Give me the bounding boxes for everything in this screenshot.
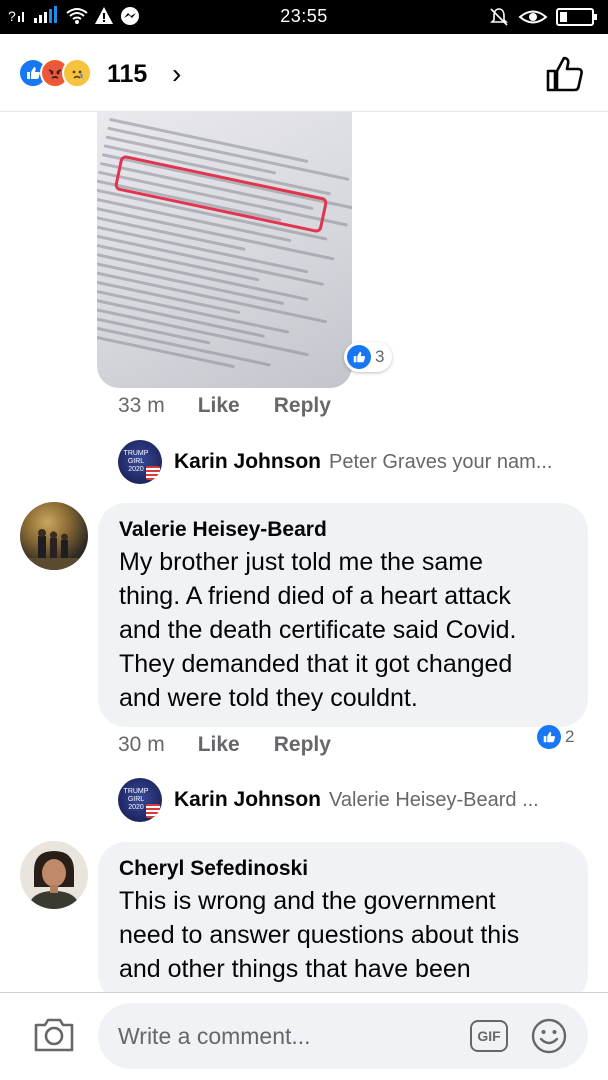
reactions-header: 115 › [0, 34, 608, 112]
image-comment-actions: 33 m Like Reply [118, 394, 331, 418]
flag-icon [146, 804, 160, 818]
reply-snippet: Valerie Heisey-Beard ... [329, 788, 539, 811]
reaction-summary[interactable] [18, 58, 92, 88]
avatar[interactable]: TRUMP GIRL 2020 [118, 440, 162, 484]
comment-input[interactable] [118, 1017, 438, 1055]
comment-line: need to answer questions about this [119, 921, 520, 949]
reply-author-name[interactable]: Karin Johnson [174, 450, 321, 474]
reply-preview[interactable]: TRUMP GIRL 2020 Karin Johnson Peter Grav… [118, 440, 553, 484]
reply-author-name[interactable]: Karin Johnson [174, 788, 321, 812]
like-reaction-icon [347, 345, 371, 369]
comment-line: My brother just told me the same [119, 548, 484, 576]
battery-icon [556, 8, 597, 26]
mute-icon [490, 8, 508, 26]
gif-button[interactable]: GIF [470, 1020, 508, 1052]
comment-line: and other things that have been [119, 955, 471, 983]
image-reaction-count: 3 [375, 347, 385, 366]
flag-icon [146, 466, 160, 480]
chevron-right-icon[interactable]: › [172, 58, 181, 90]
person-photo-icon [28, 851, 80, 909]
emoji-icon[interactable] [530, 1017, 568, 1055]
comment-line: and the death certificate said Covid. [119, 616, 517, 644]
eye-icon [518, 10, 548, 24]
reply-preview[interactable]: TRUMP GIRL 2020 Karin Johnson Valerie He… [118, 778, 539, 822]
avatar[interactable]: TRUMP GIRL 2020 [118, 778, 162, 822]
comment-line: and were told they couldnt. [119, 684, 418, 712]
comment-reaction-badge[interactable]: 2 [537, 723, 574, 751]
sad-reaction-icon [62, 58, 92, 88]
comment-line: This is wrong and the government [119, 887, 496, 915]
reply-link[interactable]: Reply [274, 733, 331, 757]
comment-author[interactable]: Cheryl Sefedinoski [119, 854, 568, 884]
document-text-lines [97, 112, 352, 388]
like-thumb-button-icon[interactable] [544, 54, 584, 94]
comment-timestamp: 33 m [118, 394, 165, 417]
people-photo-icon [20, 529, 88, 570]
camera-icon[interactable] [32, 1015, 76, 1055]
status-bar: ? 23:55 [0, 0, 608, 34]
reaction-count[interactable]: 115 [107, 60, 147, 89]
status-right-icons [488, 6, 598, 28]
comment-input-container[interactable]: GIF [98, 1003, 588, 1069]
like-link[interactable]: Like [198, 733, 240, 757]
like-reaction-icon [537, 725, 561, 749]
comment-bubble[interactable]: Valerie Heisey-Beard My brother just tol… [98, 503, 588, 727]
comment-author[interactable]: Valerie Heisey-Beard [119, 515, 568, 545]
reply-link[interactable]: Reply [274, 394, 331, 418]
valerie-comment-actions: 30 m Like Reply [118, 733, 331, 757]
comment-line: They demanded that it got changed [119, 650, 513, 678]
comment-reaction-count: 2 [565, 727, 575, 746]
avatar[interactable] [20, 502, 88, 570]
comment-timestamp: 30 m [118, 733, 165, 756]
avatar[interactable] [20, 841, 88, 909]
document-photo-attachment[interactable] [97, 112, 352, 388]
reply-snippet: Peter Graves your nam... [329, 450, 553, 473]
comment-bubble[interactable]: Cheryl Sefedinoski This is wrong and the… [98, 842, 588, 1002]
image-reaction-badge[interactable]: 3 [344, 342, 393, 372]
comment-line: thing. A friend died of a heart attack [119, 582, 511, 610]
like-link[interactable]: Like [198, 394, 240, 418]
comment-composer: GIF [0, 992, 608, 1080]
